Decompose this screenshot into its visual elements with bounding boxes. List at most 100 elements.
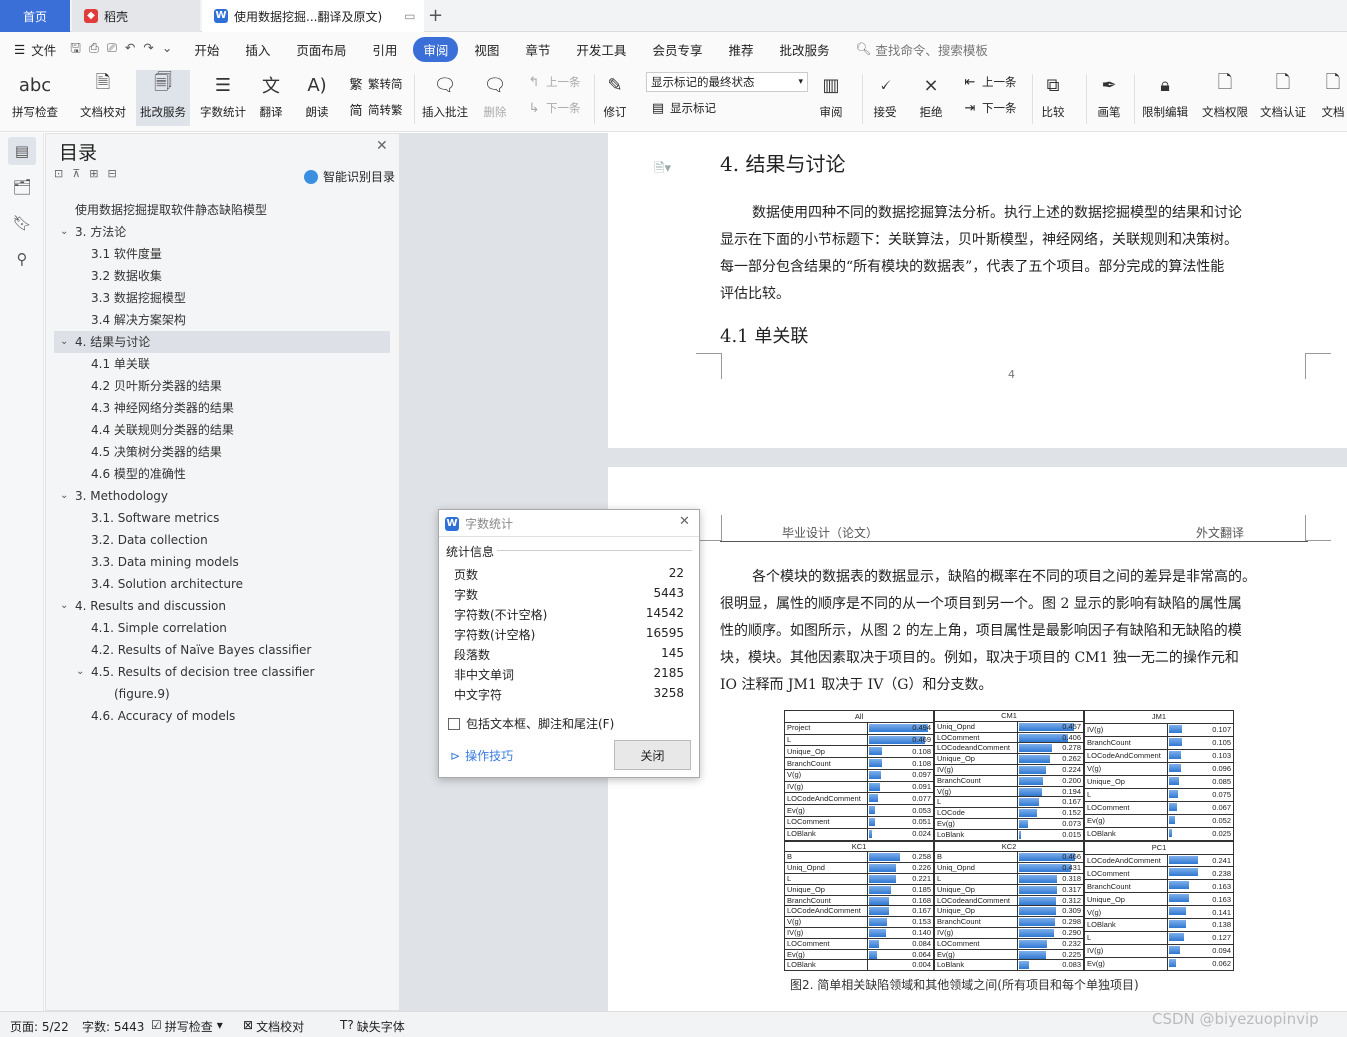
toc-item[interactable]: 3.3 数据挖掘模型 (91, 287, 186, 309)
toc-item[interactable]: 使用数据挖掘提取软件静态缺陷模型 (75, 199, 267, 221)
spell-check-button[interactable]: abc 拼写检查 (12, 70, 58, 120)
menu-file[interactable]: 文件 (31, 40, 56, 59)
chapter-nav-icon[interactable]: 🗂 (8, 173, 36, 201)
dialog-titlebar[interactable]: W 字数统计 (445, 515, 513, 532)
menu-chapter[interactable]: 章节 (525, 40, 550, 59)
chevron-down-icon[interactable]: ⌄ (60, 600, 68, 611)
quick-access-icons[interactable]: 🖫⎙⎚↶↷⌄ (70, 39, 180, 60)
prev-comment-button[interactable]: ↰ 上一条 (526, 74, 581, 90)
simp-to-trad-button[interactable]: 简简转繁 (348, 100, 402, 120)
menu-start[interactable]: 开始 (194, 40, 219, 59)
restrict-edit-button[interactable]: 🔒︎ 限制编辑 (1142, 70, 1188, 120)
toc-item[interactable]: 4.1. Simple correlation (91, 617, 227, 639)
toc-item[interactable]: 4.2 贝叶斯分类器的结果 (91, 375, 222, 397)
figure-attr-name: Project (784, 721, 868, 735)
tab-document[interactable]: W 使用数据挖掘...翻译及原文) ▭ (202, 0, 424, 32)
toc-item[interactable]: 4.6. Accuracy of models (91, 705, 235, 727)
word-count-button[interactable]: ☰ 字数统计 (200, 70, 246, 120)
read-aloud-button[interactable]: A) 朗读 (304, 70, 330, 120)
toc-tool-icons[interactable]: ⊡⊼⊞⊟ (54, 167, 126, 180)
toc-item[interactable]: 4.5. Results of decision tree classifier (91, 661, 314, 683)
toc-item[interactable]: 4.4 关联规则分类器的结果 (91, 419, 234, 441)
tab-daoke[interactable]: ◆ 稻壳 (72, 0, 200, 32)
figure-attr-name: LOBlank (784, 827, 868, 841)
status-spell-check[interactable]: ☑ 拼写检查 ▾ (151, 1018, 223, 1035)
checkbox-box[interactable] (448, 717, 460, 730)
toc-item[interactable]: 4.2. Results of Naïve Bayes classifier (91, 639, 311, 661)
track-changes-button[interactable]: ✎ 修订 (602, 70, 628, 120)
hamburger-icon[interactable]: ☰ (14, 42, 25, 57)
doc-permission-button[interactable]: 🗋 文档权限 (1202, 70, 1248, 120)
tab-window-icon[interactable]: ▭ (404, 9, 415, 23)
smart-toc-button[interactable]: 智能识别目录 (304, 168, 395, 185)
insert-comment-button[interactable]: 🗨 插入批注 (422, 70, 468, 120)
menu-insert[interactable]: 插入 (245, 40, 270, 59)
toc-item[interactable]: 3.3. Data mining models (91, 551, 239, 573)
chevron-down-icon[interactable]: ⌄ (60, 226, 68, 237)
close-icon[interactable]: ✕ (376, 138, 388, 154)
page-indicator[interactable]: 页面: 5/22 (10, 1018, 69, 1035)
toc-item-selected[interactable]: 4. 结果与讨论 (75, 331, 150, 353)
figure-value-cell: 0.298 (1016, 916, 1085, 928)
status-proofread[interactable]: ⊠ 文档校对 (243, 1018, 304, 1035)
menu-recommend[interactable]: 推荐 (728, 40, 753, 59)
doc-auth-button[interactable]: 🗋 文档认证 (1260, 70, 1306, 120)
next-comment-button[interactable]: ↳ 下一条 (526, 100, 581, 116)
toc-item[interactable]: 3.4. Solution architecture (91, 573, 243, 595)
close-icon[interactable]: ✕ (679, 514, 690, 529)
menu-grading[interactable]: 批改服务 (779, 40, 829, 59)
toc-item[interactable]: 3.2 数据收集 (91, 265, 162, 287)
toc-item[interactable]: 3.4 解决方案架构 (91, 309, 186, 331)
toc-item[interactable]: 3. 方法论 (75, 221, 126, 243)
stat-value: 14542 (645, 606, 684, 620)
include-textbox-checkbox[interactable]: 包括文本框、脚注和尾注(F) (448, 715, 614, 732)
menu-reference[interactable]: 引用 (372, 40, 397, 59)
doc-more-button[interactable]: 🗋 文档 (1320, 70, 1346, 120)
toc-panel-icon[interactable]: ▤ (8, 137, 36, 165)
search-icon[interactable]: ⚲ (8, 245, 36, 273)
prev-change-button[interactable]: ⇤ 上一条 (962, 74, 1017, 90)
tips-link[interactable]: ⊳ 操作技巧 (450, 747, 513, 764)
chevron-down-icon[interactable]: ⌄ (76, 666, 84, 677)
toc-item[interactable]: 3.1 软件度量 (91, 243, 162, 265)
word-count-indicator[interactable]: 字数: 5443 (82, 1018, 144, 1035)
review-pane-button[interactable]: ▥ 审阅 (818, 70, 844, 120)
toc-item[interactable]: 4. Results and discussion (75, 595, 226, 617)
toc-item[interactable]: 4.5 决策树分类器的结果 (91, 441, 222, 463)
bookmark-icon[interactable]: 🔖︎ (8, 209, 36, 237)
close-button[interactable]: 关闭 (614, 740, 691, 770)
delete-comment-button[interactable]: 🗨 删除 (482, 70, 508, 120)
trad-to-simp-button[interactable]: 繁繁转简 (348, 74, 402, 94)
next-change-button[interactable]: ⇥ 下一条 (962, 100, 1017, 116)
grading-service-button[interactable]: 🗐 批改服务 (136, 70, 190, 126)
chevron-down-icon[interactable]: ⌄ (60, 490, 68, 501)
show-markup-button[interactable]: ▤ 显示标记 (650, 100, 716, 116)
reject-button[interactable]: ⨯ 拒绝 (918, 70, 944, 120)
toc-item[interactable]: 3.1. Software metrics (91, 507, 219, 529)
new-tab-icon[interactable]: + (428, 5, 443, 26)
toc-item[interactable]: 3. Methodology (75, 485, 168, 507)
tab-home[interactable]: 首页 (0, 0, 70, 32)
command-search[interactable]: 查找命令、搜索模板 (875, 40, 988, 59)
missing-font-button[interactable]: T? 缺失字体 (340, 1018, 405, 1035)
menu-layout[interactable]: 页面布局 (296, 40, 346, 59)
menu-member[interactable]: 会员专享 (652, 40, 702, 59)
toc-item[interactable]: (figure.9) (114, 683, 170, 705)
ribbon-separator (1032, 74, 1033, 124)
menu-developer[interactable]: 开发工具 (576, 40, 626, 59)
accept-button[interactable]: 🗸 接受 (872, 70, 898, 120)
pen-button[interactable]: ✒ 画笔 (1096, 70, 1122, 120)
toc-item[interactable]: 4.6 模型的准确性 (91, 463, 186, 485)
page-options-icon[interactable]: 🗎▾ (654, 159, 671, 181)
translate-button[interactable]: 文翻译 (258, 70, 284, 120)
proofread-button[interactable]: 🗎 文档校对 (80, 70, 126, 120)
figure-attr-name: BranchCount (1084, 879, 1168, 894)
menu-review[interactable]: 审阅 (413, 36, 459, 62)
compare-button[interactable]: ⧉ 比较 (1040, 70, 1066, 120)
toc-item[interactable]: 4.1 单关联 (91, 353, 150, 375)
markup-state-select[interactable]: 显示标记的最终状态 ▾ (646, 72, 808, 92)
toc-item[interactable]: 3.2. Data collection (91, 529, 208, 551)
chevron-down-icon[interactable]: ⌄ (60, 336, 68, 347)
toc-item[interactable]: 4.3 神经网络分类器的结果 (91, 397, 234, 419)
menu-view[interactable]: 视图 (474, 40, 499, 59)
